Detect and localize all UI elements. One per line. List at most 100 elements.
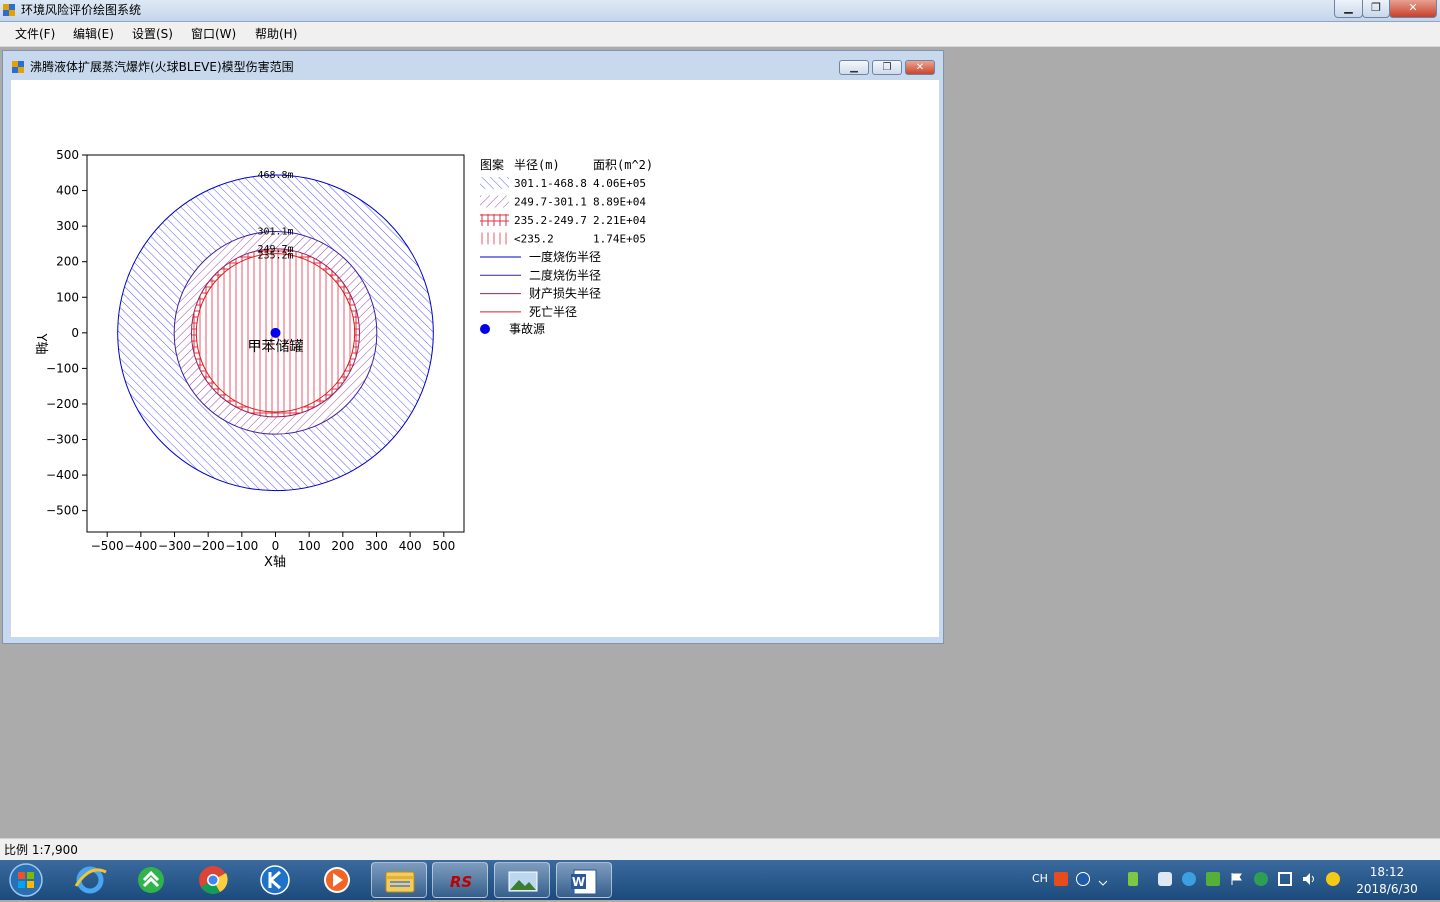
status-bar: 比例 1:7,900: [0, 838, 1440, 861]
chart-window: 沸腾液体扩展蒸汽爆炸(火球BLEVE)模型伤害范围 ▁ ❐ ✕ 468.8m 3…: [2, 50, 944, 644]
legend-source-label: 事故源: [509, 321, 545, 336]
explorer-icon: [385, 871, 415, 893]
photo-icon: [508, 871, 538, 892]
menu-help[interactable]: 帮助(H): [255, 27, 297, 41]
legend-swatch-4: [480, 232, 509, 245]
ie-taskbar-button[interactable]: [62, 862, 118, 898]
photo-taskbar-button[interactable]: [494, 862, 550, 898]
language-indicator[interactable]: CH: [1032, 872, 1048, 885]
battery-icon[interactable]: [1128, 872, 1138, 886]
legend-line-label-3: 财产损失半径: [529, 286, 601, 301]
clock-time[interactable]: 18:12: [1347, 865, 1427, 879]
y-tick-label: −100: [46, 361, 79, 375]
y-tick-label: 500: [56, 148, 79, 162]
chrome-taskbar-button[interactable]: [185, 862, 241, 898]
legend-line-label-1: 一度烧伤半径: [529, 249, 601, 264]
legend-header-pattern: 图案: [480, 157, 504, 172]
taskbar: RS W CH 18:12 2018/6/30: [0, 860, 1440, 900]
y-tick-label: 400: [56, 184, 79, 198]
y-tick-label: 200: [56, 255, 79, 269]
network-app-icon[interactable]: [1254, 872, 1268, 886]
legend: 图案 半径(m) 面积(m^2) 301.1-468.8 4.06E+05 249.…: [480, 157, 653, 336]
child-minimize-button[interactable]: ▁: [839, 60, 869, 75]
media-taskbar-button[interactable]: [309, 862, 365, 898]
radius-label-2: 301.1m: [257, 226, 293, 237]
y-tick-label: −400: [46, 468, 79, 482]
security-icon[interactable]: [1206, 872, 1220, 886]
legend-line-label-4: 死亡半径: [529, 305, 577, 319]
legend-range-3: 235.2-249.7: [514, 214, 587, 227]
k-taskbar-button[interactable]: [247, 862, 303, 898]
rs-icon: RS: [450, 873, 472, 891]
legend-range-1: 301.1-468.8: [514, 177, 587, 190]
legend-line-label-2: 二度烧伤半径: [529, 267, 601, 282]
tray-expand-icon[interactable]: [1098, 872, 1108, 886]
explorer-taskbar-button[interactable]: [371, 862, 427, 898]
x-axis-label: X轴: [264, 555, 286, 570]
x-tick-label: 400: [399, 539, 422, 553]
child-maximize-button[interactable]: ❐: [872, 60, 902, 75]
word-taskbar-button[interactable]: W: [556, 862, 612, 898]
radius-label-4: 235.2m: [257, 251, 293, 262]
volume-icon[interactable]: [1302, 872, 1316, 886]
sogou-icon[interactable]: [1054, 872, 1068, 886]
network-icon[interactable]: [1278, 872, 1292, 886]
x-tick-label: −400: [124, 539, 157, 553]
app-icon: [3, 4, 15, 16]
media-icon: [324, 867, 350, 893]
x-tick-label: 300: [365, 539, 388, 553]
damage-range-chart: 468.8m301.1m249.7m235.2m −500 −400 −300 −20…: [33, 148, 653, 570]
flag-icon[interactable]: [1230, 872, 1244, 886]
legend-header-area: 面积(m^2): [593, 158, 653, 172]
k-icon: [260, 865, 290, 895]
y-tick-label: −500: [46, 504, 79, 518]
chrome-icon: [199, 866, 228, 894]
chart-canvas: 468.8m 301.1m 249.7m 235.2m −500 −400 −300 −20…: [11, 80, 939, 637]
menu-edit[interactable]: 编辑(E): [73, 27, 114, 41]
y-axis-label: Y轴: [33, 333, 48, 355]
update-taskbar-button[interactable]: [123, 862, 179, 898]
plus-icon[interactable]: [1326, 872, 1340, 886]
source-label: 甲苯储罐: [248, 338, 304, 355]
minimize-button[interactable]: ▁: [1334, 0, 1363, 18]
rs-label: RS: [450, 873, 472, 891]
ie-icon: [74, 866, 107, 894]
x-tick-label: 200: [331, 539, 354, 553]
y-tick-label: −300: [46, 433, 79, 447]
legend-swatch-1: [480, 177, 509, 189]
close-button[interactable]: ✕: [1389, 0, 1437, 18]
update-icon: [138, 867, 164, 893]
help-icon[interactable]: [1076, 872, 1090, 886]
child-close-button[interactable]: ✕: [905, 60, 935, 75]
legend-range-4: <235.2: [514, 233, 554, 246]
window-icon: [12, 61, 24, 73]
x-tick-label: −200: [192, 539, 225, 553]
legend-swatch-2: [480, 195, 509, 208]
chat-icon[interactable]: [1158, 872, 1172, 886]
legend-area-4: 1.74E+05: [593, 233, 646, 246]
x-tick-label: 100: [298, 539, 321, 553]
rs-taskbar-button[interactable]: RS: [432, 862, 488, 898]
y-tick-label: 300: [56, 219, 79, 233]
y-tick-label: 100: [56, 290, 79, 304]
app-title: 环境风险评价绘图系统: [21, 3, 142, 17]
menu-settings[interactable]: 设置(S): [132, 27, 173, 41]
x-tick-label: −500: [91, 539, 124, 553]
word-icon: W: [571, 869, 597, 895]
legend-swatch-3: [480, 214, 509, 226]
main-title-bar: 环境风险评价绘图系统 ▁ ❐ ✕: [0, 0, 1440, 22]
chart-window-title-bar: 沸腾液体扩展蒸汽爆炸(火球BLEVE)模型伤害范围 ▁ ❐ ✕: [3, 51, 943, 79]
x-tick-label: −300: [158, 539, 191, 553]
browser-tray-icon[interactable]: [1182, 872, 1196, 886]
menu-file[interactable]: 文件(F): [15, 27, 55, 41]
start-button[interactable]: [4, 862, 48, 898]
x-tick-label: 0: [272, 539, 280, 553]
legend-area-2: 8.89E+04: [593, 196, 646, 209]
windows-orb-icon: [9, 863, 43, 897]
y-tick-label: −200: [46, 397, 79, 411]
menu-window[interactable]: 窗口(W): [191, 27, 236, 41]
clock-date[interactable]: 2018/6/30: [1347, 882, 1427, 896]
x-tick-label: −100: [225, 539, 258, 553]
maximize-button[interactable]: ❐: [1362, 0, 1390, 18]
accident-source-point: [270, 327, 281, 338]
